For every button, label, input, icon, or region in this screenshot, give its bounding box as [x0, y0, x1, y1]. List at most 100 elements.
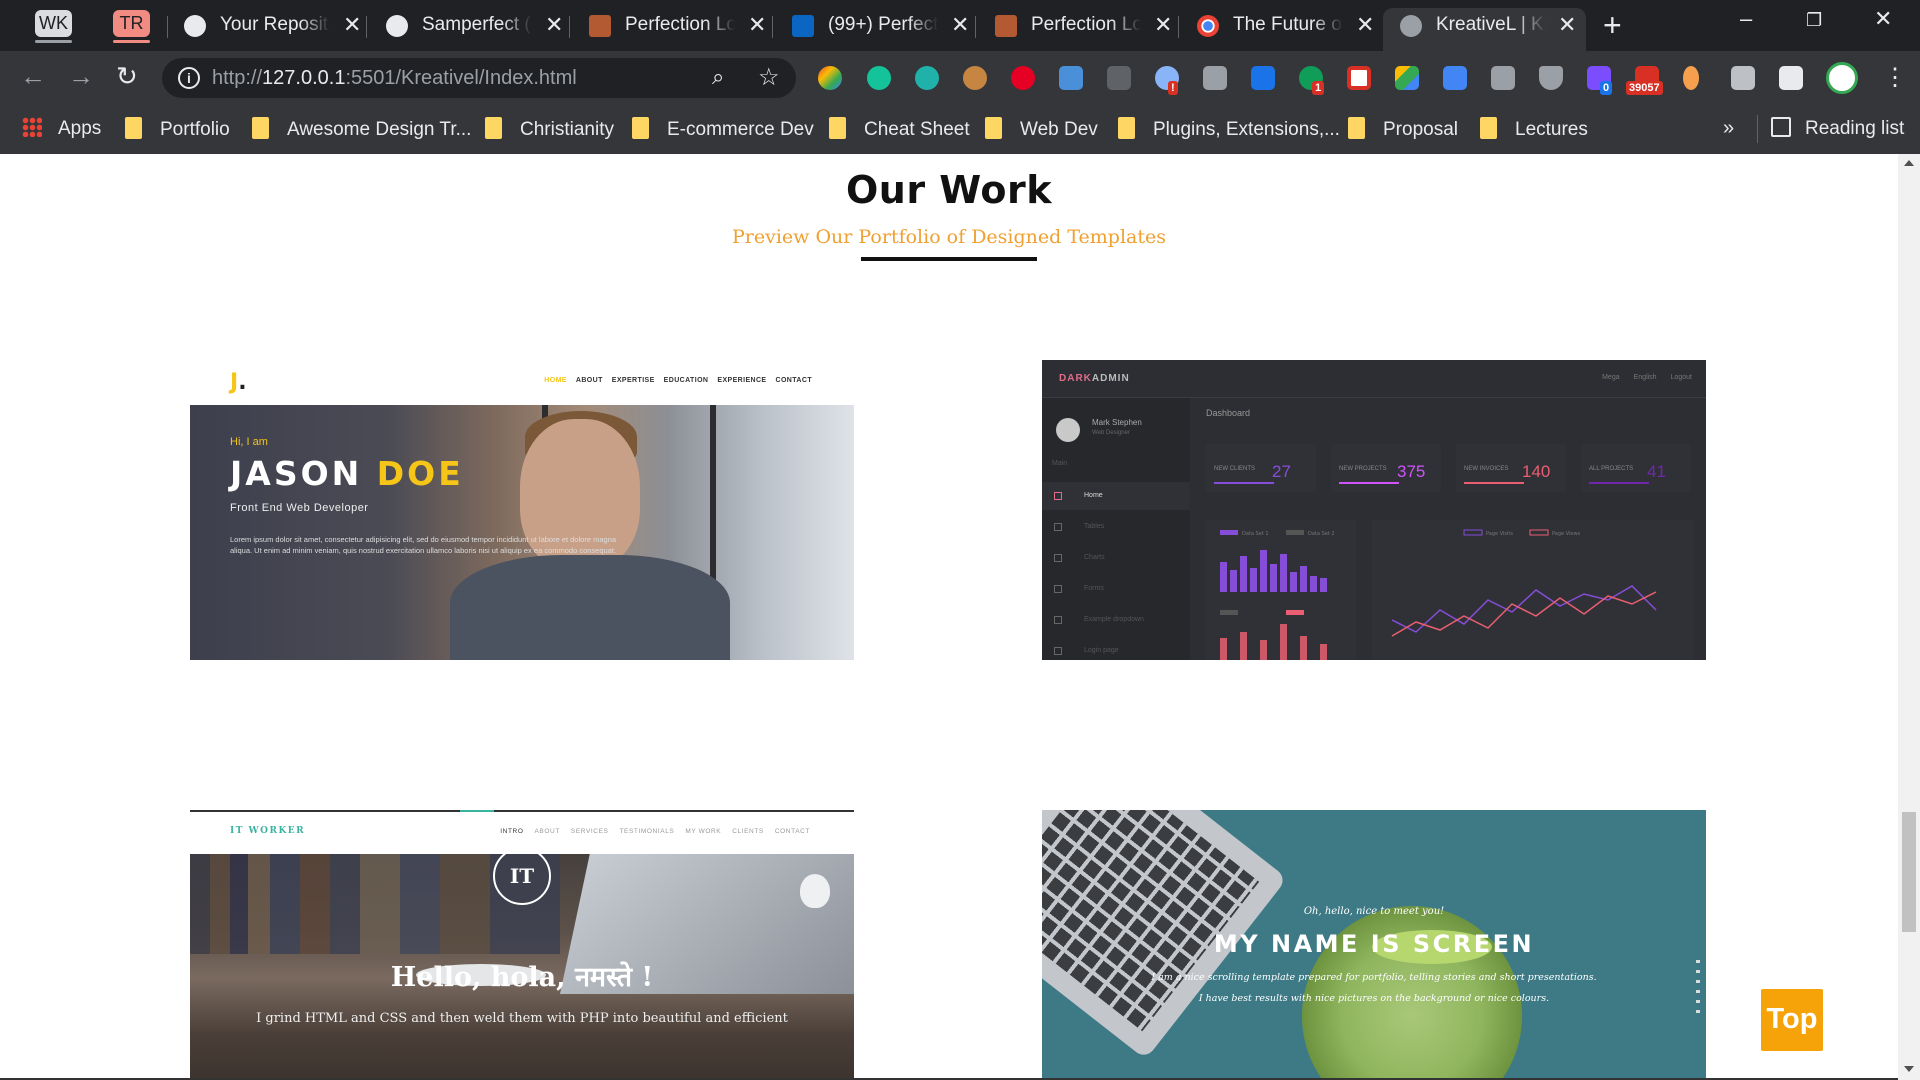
extension-orange-icon[interactable]: [1683, 66, 1699, 90]
extensions-puzzle-icon[interactable]: [1779, 66, 1803, 90]
extension-colorful-icon[interactable]: [818, 66, 842, 90]
bookmark-folder-christianity[interactable]: Christianity: [485, 117, 614, 142]
back-button[interactable]: ←: [20, 61, 46, 91]
tab-linkedin[interactable]: (99+) Perfecti ✕: [792, 8, 969, 51]
admin-user-name: Mark Stephen: [1092, 418, 1142, 427]
template-logo: J.: [230, 370, 247, 395]
close-tab-icon[interactable]: ✕: [1356, 8, 1374, 42]
section-title: Our Work: [845, 168, 1052, 212]
scroll-down-arrow-icon[interactable]: [1904, 1066, 1914, 1072]
bookmark-apps[interactable]: Apps: [22, 117, 101, 141]
reading-list-icon: [1771, 117, 1791, 137]
tab-title: Perfection Lo: [1031, 8, 1141, 42]
grammarly-icon[interactable]: [867, 66, 891, 90]
bookmarks-overflow-button[interactable]: »: [1723, 117, 1734, 140]
bookmark-star-icon[interactable]: ☆: [758, 63, 780, 92]
restore-button[interactable]: ❐: [1806, 10, 1822, 31]
slide-dots[interactable]: [1696, 960, 1700, 1020]
bookmark-folder-awesome-design[interactable]: Awesome Design Tr...: [252, 117, 471, 142]
tab-perfection-lo-1[interactable]: Perfection Lo ✕: [589, 8, 766, 51]
reload-button[interactable]: ↻: [116, 61, 138, 91]
pinterest-icon[interactable]: [1011, 66, 1035, 90]
bookmark-folder-cheat-sheet[interactable]: Cheat Sheet: [829, 117, 970, 142]
admin-sidebar: Mark Stephen Web Designer Main Home Tabl…: [1042, 398, 1190, 660]
printer-icon[interactable]: [1491, 66, 1515, 90]
more-menu-icon[interactable]: ⋮: [1883, 63, 1907, 92]
portfolio-card-jason-doe[interactable]: J. HOME ABOUT EXPERTISE EDUCATION EXPERIENCE…: [190, 360, 854, 660]
tab-group-tr[interactable]: TR: [113, 10, 150, 43]
template-nav-item: HOME: [544, 377, 567, 384]
scroll-up-arrow-icon[interactable]: [1904, 160, 1914, 166]
tab-your-repositories[interactable]: Your Reposito ✕: [184, 8, 361, 51]
bookmark-folder-plugins[interactable]: Plugins, Extensions,...: [1118, 117, 1340, 142]
google-translate-icon[interactable]: [1443, 66, 1467, 90]
linkedin-icon: [792, 15, 814, 37]
chrome-icon: [1197, 15, 1219, 37]
minimize-button[interactable]: –: [1740, 6, 1752, 32]
admin-bar-chart-panel: Data Set 1 Data Set 2: [1206, 520, 1356, 660]
bookmark-folder-ecommerce-dev[interactable]: E-commerce Dev: [632, 117, 814, 142]
bookmark-folder-web-dev[interactable]: Web Dev: [985, 117, 1098, 142]
google-drive-icon[interactable]: [1395, 66, 1419, 90]
portfolio-card-screen[interactable]: Oh, hello, nice to meet you! MY NAME IS …: [1042, 810, 1706, 1080]
camera-icon[interactable]: [1731, 66, 1755, 90]
tab-perfection-lo-2[interactable]: Perfection Lo ✕: [995, 8, 1172, 51]
location-pin-icon[interactable]: [1251, 66, 1275, 90]
bookmarks-bar: Apps Portfolio Awesome Design Tr... Chri…: [0, 103, 1920, 154]
template-nav-item: INTRO: [500, 828, 524, 835]
close-tab-icon[interactable]: ✕: [1154, 8, 1172, 42]
hero-greeting: Hello, hola, नमस्ते !: [390, 962, 654, 993]
close-tab-icon[interactable]: ✕: [951, 8, 969, 42]
bookmark-folder-portfolio[interactable]: Portfolio: [125, 117, 230, 142]
close-tab-icon[interactable]: ✕: [1558, 8, 1576, 42]
extension-puzzle-grey-icon[interactable]: [1203, 66, 1227, 90]
template-nav-item: SERVICES: [570, 828, 609, 835]
zoom-icon[interactable]: ⌕: [712, 64, 724, 90]
bookmark-folder-lectures[interactable]: Lectures: [1480, 117, 1588, 142]
forward-button[interactable]: →: [68, 61, 94, 91]
portfolio-card-it-worker[interactable]: IT WORKER INTRO ABOUT SERVICES TESTIMONIALS…: [190, 810, 854, 1080]
pocket-icon[interactable]: [1347, 66, 1371, 90]
folder-icon: [485, 117, 502, 139]
admin-menu-item: Charts: [1042, 544, 1190, 572]
tab-the-future-of[interactable]: The Future of ✕: [1197, 8, 1374, 51]
bookmark-folder-proposal[interactable]: Proposal: [1348, 117, 1458, 142]
github-icon: [386, 15, 408, 37]
portfolio-card-dark-admin[interactable]: DARKADMIN Mega English Logout Mark Stephen…: [1042, 360, 1706, 660]
tab-title: Samperfect (I: [422, 8, 532, 42]
site-info-icon[interactable]: i: [178, 67, 200, 89]
tab-title: Perfection Lo: [625, 8, 735, 42]
close-tab-icon[interactable]: ✕: [748, 8, 766, 42]
close-window-button[interactable]: ✕: [1874, 6, 1892, 32]
code-icon[interactable]: [1107, 66, 1131, 90]
admin-menu-item: Home: [1042, 482, 1190, 510]
tab-group-wk[interactable]: WK: [35, 10, 72, 43]
reading-list-button[interactable]: Reading list: [1771, 117, 1904, 141]
admin-menu-item: Example dropdown: [1042, 606, 1190, 634]
tab-samperfect[interactable]: Samperfect (I ✕: [386, 8, 563, 51]
extension-a-icon[interactable]: [1059, 66, 1083, 90]
title-underline: [861, 257, 1037, 261]
address-bar[interactable]: i http://127.0.0.1:5501/Kreativel/Index.…: [162, 58, 796, 98]
cookie-icon[interactable]: [963, 66, 987, 90]
admin-stat-card: All Projects 41: [1581, 444, 1691, 492]
github-icon: [184, 15, 206, 37]
close-tab-icon[interactable]: ✕: [343, 8, 361, 42]
template-topline: [190, 810, 854, 812]
url-text[interactable]: http://127.0.0.1:5501/Kreativel/Index.ht…: [212, 67, 577, 90]
extension-badge: !: [1168, 81, 1178, 95]
scrollbar-thumb[interactable]: [1902, 812, 1916, 932]
extension-m-icon[interactable]: [915, 66, 939, 90]
folder-icon: [829, 117, 846, 139]
tab-title: The Future of: [1233, 8, 1343, 42]
shield-icon[interactable]: [1539, 66, 1563, 90]
profile-avatar[interactable]: [1826, 62, 1858, 94]
tab-kreativel-active[interactable]: KreativeL | Kr ✕: [1383, 8, 1586, 51]
new-tab-button[interactable]: +: [1603, 8, 1622, 42]
page-scrollbar[interactable]: [1898, 154, 1920, 1080]
close-tab-icon[interactable]: ✕: [545, 8, 563, 42]
template-nav-item: EDUCATION: [663, 377, 709, 384]
chart-legend-text: Page Views: [1552, 531, 1581, 537]
site-favicon-icon: [995, 15, 1017, 37]
back-to-top-button[interactable]: Top: [1761, 989, 1823, 1051]
